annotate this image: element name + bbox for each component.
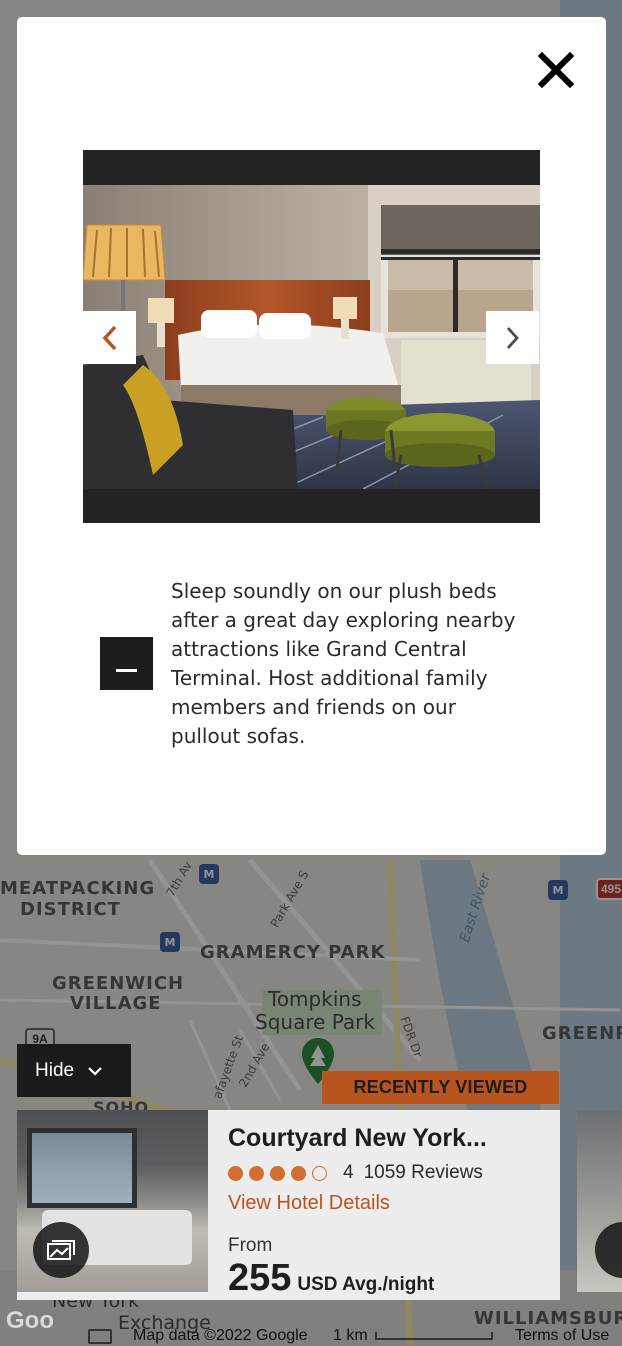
rating-dot-filled xyxy=(270,1165,285,1181)
chevron-left-icon xyxy=(102,325,116,350)
price-from-label: From xyxy=(228,1235,273,1256)
rating-dot-empty xyxy=(312,1165,327,1181)
hotel-card[interactable]: Courtyard New York... 4 1059 Reviews Vie… xyxy=(17,1110,560,1300)
rating-dot-filled xyxy=(291,1165,306,1181)
rating-dot-filled xyxy=(228,1165,243,1181)
hide-button[interactable]: Hide xyxy=(17,1044,131,1097)
recently-viewed-badge: RECENTLY VIEWED xyxy=(322,1071,559,1104)
minus-icon xyxy=(116,669,137,672)
rating-row: 4 1059 Reviews xyxy=(228,1162,560,1184)
previous-slide-button[interactable] xyxy=(83,311,136,364)
gallery-button[interactable] xyxy=(33,1222,89,1278)
rating-value: 4 xyxy=(343,1162,354,1183)
slide-caption: Sleep soundly on our plush beds after a … xyxy=(171,579,516,748)
gallery-slide xyxy=(83,150,540,523)
gallery-icon xyxy=(47,1240,75,1260)
hotel-name[interactable]: Courtyard New York... xyxy=(228,1124,560,1153)
next-hotel-card-peek[interactable] xyxy=(577,1110,622,1292)
hotel-info: Courtyard New York... 4 1059 Reviews Vie… xyxy=(208,1110,560,1300)
chevron-right-icon xyxy=(506,326,519,349)
keyboard-icon[interactable] xyxy=(88,1329,112,1344)
map-scale-label: 1 km xyxy=(333,1327,368,1344)
map-footer: Map data ©2022 Google 1 km Terms of Use xyxy=(0,1326,622,1346)
gallery-button[interactable] xyxy=(595,1222,622,1278)
terms-of-use-link[interactable]: Terms of Use xyxy=(515,1327,609,1345)
view-hotel-details-link[interactable]: View Hotel Details xyxy=(228,1192,560,1215)
room-photo[interactable] xyxy=(83,185,540,489)
hide-button-label: Hide xyxy=(35,1059,75,1081)
room-photo-illustration xyxy=(83,185,540,489)
review-count[interactable]: 1059 Reviews xyxy=(364,1162,483,1184)
collapse-caption-button[interactable] xyxy=(100,637,153,690)
price-unit: USD Avg./night xyxy=(297,1274,435,1295)
rating-dot-filled xyxy=(249,1165,264,1181)
price-row: 255 USD Avg./night xyxy=(228,1257,560,1300)
hotel-photo-window xyxy=(27,1128,137,1208)
price-value: 255 xyxy=(228,1257,292,1299)
next-slide-button[interactable] xyxy=(486,311,539,364)
chevron-down-icon xyxy=(88,1066,102,1076)
hotel-photo[interactable] xyxy=(17,1110,208,1292)
room-gallery-modal: Sleep soundly on our plush beds after a … xyxy=(17,17,606,855)
close-button[interactable] xyxy=(536,50,576,90)
close-icon xyxy=(538,52,574,88)
map-scale-bar xyxy=(375,1332,493,1340)
map-data-attribution: Map data ©2022 Google xyxy=(133,1327,308,1344)
